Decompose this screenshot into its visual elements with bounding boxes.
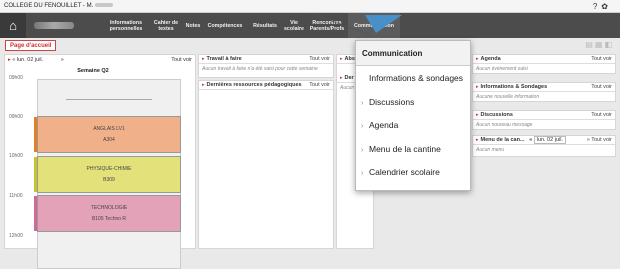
chevron-right-icon: › <box>361 99 364 107</box>
timetable-date[interactable]: lun. 02 juil. <box>17 57 43 63</box>
menu-next-icon[interactable]: » <box>587 137 590 143</box>
menu-item-menu-cantine[interactable]: › Menu de la cantine <box>356 137 470 161</box>
course-technologie[interactable]: TECHNOLOGIE B105 Techno R <box>34 195 181 232</box>
nav-vie-scolaire[interactable]: Vie scolaire <box>282 13 306 38</box>
dropdown-title: Communication <box>356 41 470 66</box>
menu-see-all-link[interactable]: » Tout voir <box>587 136 612 145</box>
course-room: B309 <box>103 176 115 183</box>
discussions-see-all-link[interactable]: Tout voir <box>591 111 612 120</box>
course-room: B105 Techno R <box>91 215 127 222</box>
agenda-panel: ▸ Agenda Tout voir Aucun évènement saisi <box>472 54 616 74</box>
menu-date-field[interactable]: lun. 02 juil. <box>533 136 566 144</box>
infos-panel: ▸ Informations & Sondages Tout voir Aucune… <box>472 82 616 102</box>
ressources-see-all-link[interactable]: Tout voir <box>309 81 330 90</box>
menu-cantine-panel: ▸ Menu de la can... « lun. 02 juil. » Tou… <box>472 135 616 157</box>
print-icon[interactable]: ▤ <box>585 40 595 49</box>
hour-label: 09h00 <box>9 75 23 81</box>
discussions-empty: Aucun nouveau message <box>476 122 533 128</box>
course-name: PHYSIQUE-CHIMIE <box>86 165 132 172</box>
hour-label: 11h00 <box>9 193 23 199</box>
menu-title: Menu de la can... <box>480 137 525 143</box>
nav-informations-personnelles[interactable]: Informations personnelles <box>104 13 148 38</box>
ressources-title: Dernières ressources pédagogiques <box>206 82 302 88</box>
chevron-right-icon: › <box>361 146 364 154</box>
hour-label: 09h00 <box>9 114 23 120</box>
infos-see-all-link[interactable]: Tout voir <box>591 83 612 92</box>
agenda-see-all-link[interactable]: Tout voir <box>591 55 612 64</box>
hour-label: 10h00 <box>9 153 23 159</box>
travail-empty: Aucun travail à faire n'a été saisi pour… <box>202 66 318 72</box>
absences-title: Abs <box>344 56 355 62</box>
prev-day-icon[interactable]: « <box>12 57 15 63</box>
main-navbar: ⌂ Informations personnelles Cahier de te… <box>0 13 620 38</box>
settings-gear-icon[interactable]: ✿ <box>601 2 612 11</box>
course-name: TECHNOLOGIE <box>90 204 128 211</box>
list-icon[interactable]: ▦ <box>595 40 605 49</box>
page-tools: ▤▦◧ <box>585 40 614 49</box>
communication-dropdown: Communication Informations & sondages › D… <box>355 40 471 191</box>
window-titlebar: COLLEGE DU FENOUILLET - M. ?✿ <box>0 0 620 13</box>
next-day-icon[interactable]: » <box>61 57 64 63</box>
menu-item-discussions[interactable]: › Discussions <box>356 90 470 114</box>
travail-see-all-link[interactable]: Tout voir <box>309 55 330 64</box>
window-title: COLLEGE DU FENOUILLET - M. <box>4 3 94 9</box>
agenda-title: Agenda <box>480 56 501 62</box>
nav-cahier-de-textes[interactable]: Cahier de textes <box>148 13 184 38</box>
nav-notes[interactable]: Notes <box>184 13 202 38</box>
collapse-icon[interactable]: ▸ <box>8 57 11 63</box>
timetable-see-all-link[interactable]: Tout voir <box>171 55 192 65</box>
tab-page-accueil[interactable]: Page d'accueil <box>5 40 57 51</box>
infos-empty: Aucune nouvelle information <box>476 94 540 100</box>
agenda-empty: Aucun évènement saisi <box>476 66 528 72</box>
course-name: ANGLAIS LV1 <box>93 125 125 132</box>
nav-resultats[interactable]: Résultats <box>248 13 282 38</box>
course-physique-chimie[interactable]: PHYSIQUE-CHIMIE B309 <box>34 156 181 193</box>
menu-item-informations-sondages[interactable]: Informations & sondages <box>356 66 470 90</box>
menu-empty: Aucun menu <box>476 147 505 153</box>
user-name-blur <box>95 3 114 8</box>
travail-panel: ▸ Travail à faire Tout voir Aucun travail … <box>198 54 334 78</box>
course-room: A304 <box>103 136 115 143</box>
course-anglais[interactable]: ANGLAIS LV1 A304 <box>34 116 181 153</box>
nav-competences[interactable]: Compétences <box>202 13 248 38</box>
home-icon[interactable]: ⌂ <box>0 13 26 38</box>
discussions-panel: ▸ Discussions Tout voir Aucun nouveau mess… <box>472 110 616 130</box>
travail-title: Travail à faire <box>206 56 242 62</box>
menu-prev-icon[interactable]: « <box>529 137 532 143</box>
menu-item-calendrier-scolaire[interactable]: › Calendrier scolaire <box>356 160 470 184</box>
timetable-panel: ▸ « lun. 02 juil. » Tout voir Semaine Q2… <box>4 54 196 269</box>
week-label: Semaine Q2 <box>77 68 109 74</box>
discussions-title: Discussions <box>480 112 513 118</box>
hour-label: 12h00 <box>9 233 23 239</box>
layout-icon[interactable]: ◧ <box>604 40 614 49</box>
annotation-arrow <box>310 13 402 36</box>
student-photo <box>34 22 74 29</box>
ressources-panel: ▸ Dernières ressources pédagogiques Tout v… <box>198 80 334 249</box>
chevron-right-icon: › <box>361 123 364 131</box>
infos-title: Informations & Sondages <box>480 84 548 90</box>
menu-item-agenda[interactable]: › Agenda <box>356 113 470 137</box>
chevron-right-icon: › <box>361 170 364 178</box>
dernieres-title: Der <box>344 75 354 81</box>
